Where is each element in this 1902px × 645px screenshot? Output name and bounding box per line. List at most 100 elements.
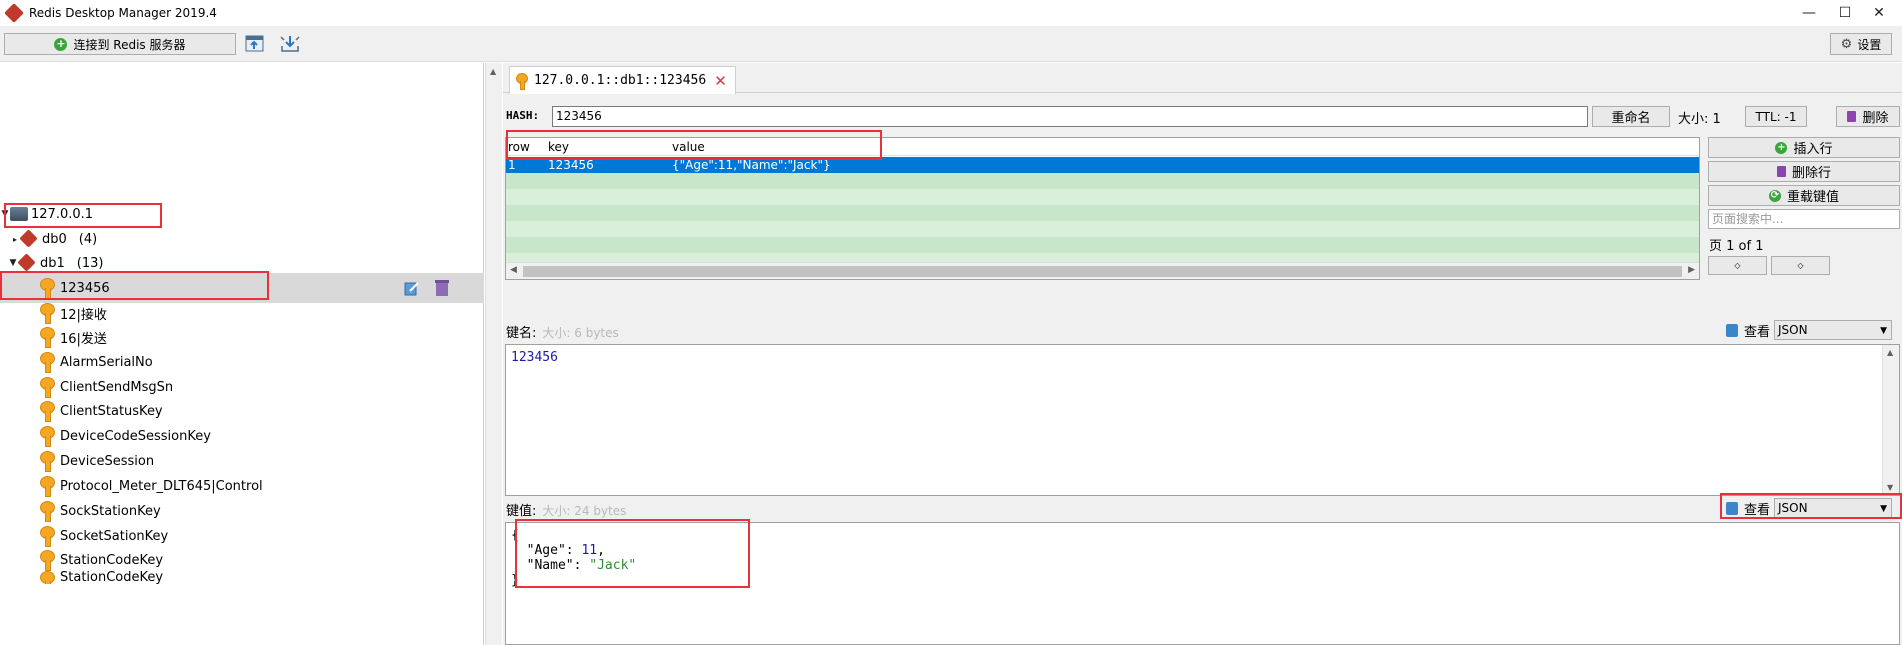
key-label: StationCodeKey (60, 552, 164, 568)
close-tab-icon[interactable]: ✕ (714, 72, 727, 90)
key-name-section-label: 键名: 大小: 6 bytes (506, 322, 619, 341)
key-type-label: HASH: (506, 109, 540, 122)
settings-button[interactable]: ⚙ 设置 (1830, 33, 1892, 55)
connection-tree: ▼ 127.0.0.1 ▸ db0 (4) ▼ db1 (13) 123456 … (0, 63, 484, 645)
reload-button[interactable]: ⟳ 重载键值 (1708, 185, 1900, 206)
editor-scrollbar[interactable]: ▲ ▼ (1882, 345, 1899, 495)
key-label: DeviceCodeSessionKey (60, 428, 211, 444)
scroll-thumb[interactable] (523, 266, 1682, 277)
tab-bar: 127.0.0.1::db1::123456 ✕ (503, 63, 1902, 94)
size-label: 大小: 1 (1678, 112, 1721, 127)
key-icon (38, 425, 56, 447)
database-icon (18, 255, 38, 271)
delete-row-button[interactable]: 删除行 (1708, 161, 1900, 182)
cell-key: 123456 (548, 158, 594, 172)
gear-icon: ⚙ (1840, 36, 1853, 52)
table-hscrollbar[interactable]: ◀ ▶ (506, 262, 1699, 279)
add-icon: + (1775, 141, 1788, 154)
scroll-right-icon[interactable]: ▶ (1688, 265, 1695, 275)
key-icon (38, 525, 56, 547)
key-label: Protocol_Meter_DLT645|Control (60, 478, 263, 494)
import-icon[interactable] (244, 34, 266, 54)
key-label: 16|发送 (60, 331, 107, 347)
trash-icon (1847, 111, 1857, 122)
add-icon: + (54, 36, 68, 51)
expanded-arrow-icon[interactable]: ▼ (8, 258, 18, 268)
key-label: DeviceSession (60, 453, 155, 469)
close-window-button[interactable]: ✕ (1856, 0, 1902, 26)
db-name: db0 (42, 231, 67, 247)
key-icon (38, 570, 56, 584)
key-icon (516, 72, 528, 90)
highlight-box (4, 203, 162, 228)
key-name-label: 键名: (506, 326, 537, 341)
key-icon (38, 549, 56, 571)
key-label: 12|接收 (60, 307, 107, 323)
empty-row (506, 221, 1699, 237)
key-label: ClientSendMsgSn (60, 379, 174, 395)
key-label: StationCodeKey (60, 570, 164, 584)
key-label: AlarmSerialNo (60, 354, 153, 370)
scroll-left-icon[interactable]: ◀ (510, 265, 517, 275)
page-search-input[interactable]: 页面搜索中... (1708, 209, 1900, 229)
db-name: db1 (40, 255, 65, 271)
connect-server-button[interactable]: + 连接到 Redis 服务器 (4, 33, 236, 55)
tree-scrollbar[interactable]: ▲ (485, 63, 502, 645)
key-label: SocketSationKey (60, 528, 169, 544)
highlight-box (515, 519, 750, 588)
key-icon (38, 500, 56, 522)
empty-row (506, 205, 1699, 221)
highlight-box (0, 271, 269, 300)
key-name-content: 123456 (511, 350, 558, 365)
key-editor-panel: 127.0.0.1::db1::123456 ✕ HASH: 123456 重命… (503, 63, 1902, 645)
key-icon (38, 376, 56, 398)
insert-row-button[interactable]: + 插入行 (1708, 137, 1900, 158)
cell-value: {"Age":11,"Name":"Jack"} (672, 158, 831, 172)
key-name-size: 大小: 6 bytes (542, 326, 619, 340)
key-icon (38, 450, 56, 472)
view-label: 查看 (1744, 324, 1771, 340)
empty-row (506, 237, 1699, 253)
prev-page-button[interactable]: ◇ (1708, 256, 1767, 275)
rename-button[interactable]: 重命名 (1592, 106, 1670, 127)
format-select[interactable]: JSON ▼ (1774, 320, 1893, 340)
tab-key[interactable]: 127.0.0.1::db1::123456 ✕ (509, 66, 736, 94)
tab-label: 127.0.0.1::db1::123456 (534, 73, 707, 88)
tree-key-item[interactable]: StationCodeKey (0, 570, 484, 584)
reload-label: 重载键值 (1786, 190, 1839, 205)
highlight-box (506, 130, 882, 160)
refresh-icon: ⟳ (1768, 189, 1781, 202)
trash-icon[interactable] (434, 279, 450, 297)
ttl-button[interactable]: TTL: -1 (1745, 106, 1807, 127)
cell-row: 1 (508, 158, 516, 172)
insert-row-label: 插入行 (1793, 142, 1833, 157)
key-icon (38, 400, 56, 422)
scroll-up-icon[interactable]: ▲ (490, 67, 496, 76)
key-value-label: 键值: (506, 504, 537, 519)
next-page-button[interactable]: ◇ (1771, 256, 1830, 275)
toolbar: + 连接到 Redis 服务器 ⚙ 设置 (0, 26, 1902, 62)
chevron-down-icon: ▼ (1880, 326, 1888, 336)
empty-row (506, 189, 1699, 205)
delete-label: 删除 (1862, 111, 1889, 126)
scroll-up-icon[interactable]: ▲ (1887, 348, 1893, 357)
collapsed-arrow-icon[interactable]: ▸ (10, 235, 20, 244)
trash-icon (1776, 166, 1786, 177)
scroll-down-icon[interactable]: ▼ (1887, 483, 1893, 492)
key-icon (38, 351, 56, 373)
view-icon (1726, 323, 1738, 337)
key-label: ClientStatusKey (60, 403, 163, 419)
delete-row-label: 删除行 (1791, 166, 1831, 181)
format-value: JSON (1778, 323, 1808, 337)
export-icon[interactable] (279, 34, 301, 54)
key-name-input[interactable]: 123456 (552, 106, 1588, 127)
key-label: SockStationKey (60, 503, 161, 519)
redis-logo-icon (4, 3, 24, 23)
key-value-section-label: 键值: 大小: 24 bytes (506, 500, 626, 519)
edit-icon[interactable] (404, 280, 420, 296)
key-name-editor[interactable]: 123456 ▲ ▼ (505, 344, 1900, 496)
key-name-view-group: 查看 JSON ▼ (1726, 320, 1893, 340)
db-count: (4) (78, 231, 98, 247)
delete-key-button[interactable]: 删除 (1836, 106, 1900, 127)
key-icon (38, 475, 56, 497)
